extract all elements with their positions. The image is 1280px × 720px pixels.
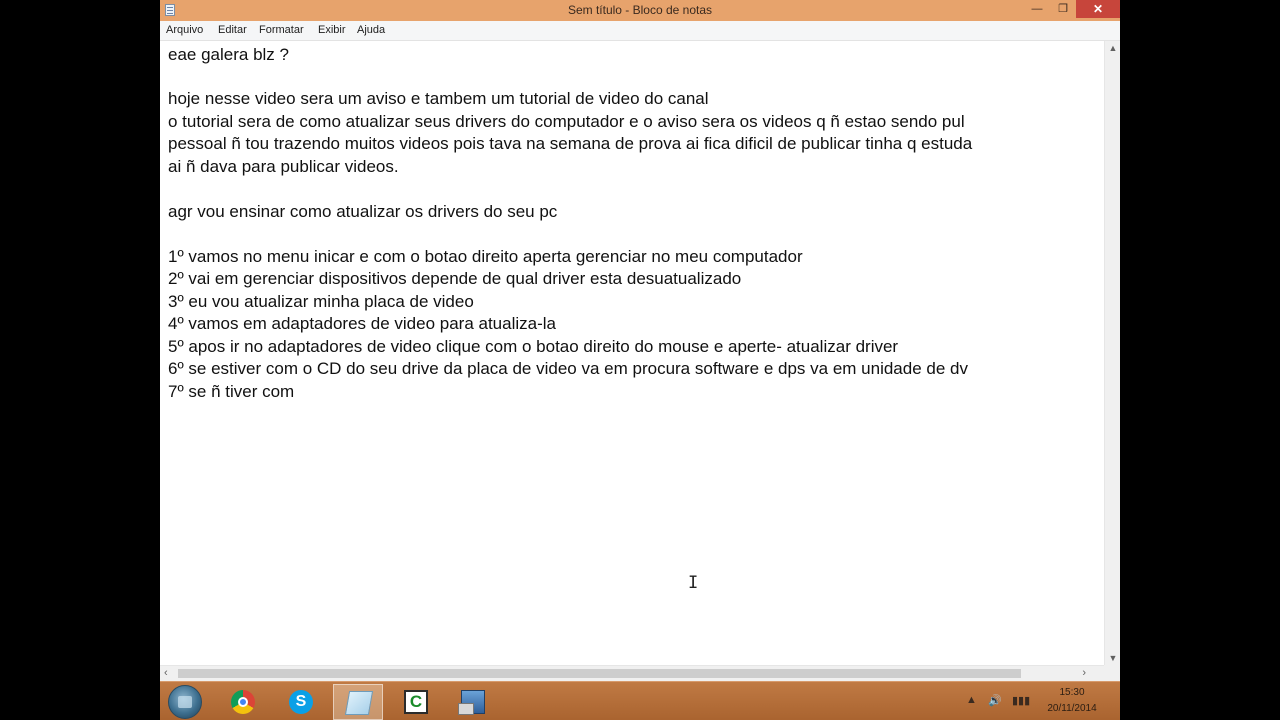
network-app-icon xyxy=(458,690,485,715)
notepad-icon xyxy=(344,691,374,715)
taskbar: S C ▲ 🔊 ▮▮▮ 15:30 20/11/2014 xyxy=(160,681,1120,720)
vertical-scrollbar[interactable]: ▲ ▼ xyxy=(1104,41,1120,665)
editor-line: agr vou ensinar como atualizar os driver… xyxy=(168,202,558,221)
editor-line: 7º se ñ tiver com xyxy=(168,382,295,401)
menu-item-ajuda[interactable]: Ajuda xyxy=(357,24,385,36)
editor-line: 1º vamos no menu inicar e com o botao di… xyxy=(168,247,803,266)
scroll-left-arrow-icon[interactable]: ‹ xyxy=(164,667,168,679)
notepad-window: Sem título - Bloco de notas — ❐ ✕ Arquiv… xyxy=(160,0,1120,720)
taskbar-app-network[interactable] xyxy=(448,684,498,720)
start-button[interactable] xyxy=(168,685,202,719)
taskbar-app-chrome[interactable] xyxy=(218,684,268,720)
editor-line: hoje nesse video sera um aviso e tambem … xyxy=(168,89,709,108)
scroll-right-arrow-icon[interactable]: › xyxy=(1082,667,1086,679)
editor-line: ai ñ dava para publicar videos. xyxy=(168,157,399,176)
skype-icon: S xyxy=(289,690,313,714)
editor-line: 2º vai em gerenciar dispositivos depende… xyxy=(168,269,742,288)
show-hidden-icons-icon[interactable]: ▲ xyxy=(966,694,977,706)
taskbar-app-skype[interactable]: S xyxy=(276,684,326,720)
editor-line: o tutorial sera de como atualizar seus d… xyxy=(168,112,965,131)
taskbar-app-notepad[interactable] xyxy=(333,684,383,720)
menu-item-arquivo[interactable]: Arquivo xyxy=(166,24,203,36)
size-grip[interactable] xyxy=(1104,665,1120,681)
close-button[interactable]: ✕ xyxy=(1076,0,1120,18)
chrome-icon xyxy=(231,690,255,714)
text-editor[interactable]: eae galera blz ? hoje nesse video sera u… xyxy=(160,41,1104,665)
clock-time[interactable]: 15:30 xyxy=(1040,687,1104,698)
menu-item-exibir[interactable]: Exibir xyxy=(318,24,346,36)
close-icon: ✕ xyxy=(1092,2,1104,16)
menu-item-formatar[interactable]: Formatar xyxy=(259,24,304,36)
editor-line: 5º apos ir no adaptadores de video cliqu… xyxy=(168,337,899,356)
scroll-up-arrow-icon[interactable]: ▲ xyxy=(1105,43,1120,53)
editor-line: 3º eu vou atualizar minha placa de video xyxy=(168,292,474,311)
taskbar-app-camtasia[interactable]: C xyxy=(391,684,441,720)
editor-line: eae galera blz ? xyxy=(168,45,289,64)
scroll-down-arrow-icon[interactable]: ▼ xyxy=(1105,653,1120,663)
menu-item-editar[interactable]: Editar xyxy=(218,24,247,36)
minimize-button[interactable]: — xyxy=(1024,0,1050,18)
text-cursor-icon: I xyxy=(688,573,699,593)
volume-icon[interactable]: 🔊 xyxy=(988,694,1002,707)
horizontal-scroll-thumb[interactable] xyxy=(178,669,1021,678)
editor-line: pessoal ñ tou trazendo muitos videos poi… xyxy=(168,134,973,153)
horizontal-scrollbar[interactable]: ‹ › xyxy=(160,665,1104,681)
title-bar[interactable]: Sem título - Bloco de notas — ❐ ✕ xyxy=(160,0,1120,22)
editor-line: 6º se estiver com o CD do seu drive da p… xyxy=(168,359,968,378)
restore-icon: ❐ xyxy=(1058,3,1068,15)
window-title: Sem título - Bloco de notas xyxy=(567,3,713,17)
minimize-icon: — xyxy=(1031,3,1043,15)
menu-bar: Arquivo Editar Formatar Exibir Ajuda xyxy=(160,21,1120,41)
camtasia-icon: C xyxy=(404,690,428,714)
editor-line: 4º vamos em adaptadores de video para at… xyxy=(168,314,556,333)
clock-date[interactable]: 20/11/2014 xyxy=(1034,703,1110,714)
restore-button[interactable]: ❐ xyxy=(1050,0,1076,18)
network-signal-icon[interactable]: ▮▮▮ xyxy=(1012,694,1030,707)
